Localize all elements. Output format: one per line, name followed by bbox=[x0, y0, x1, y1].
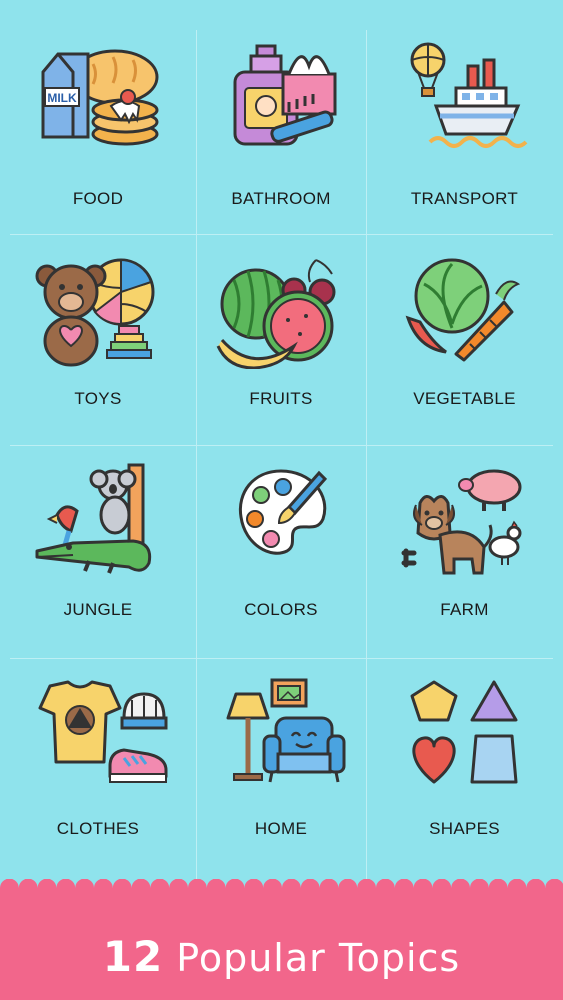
lamp-armchair-picture-icon bbox=[226, 678, 346, 783]
topic-label: VEGETABLE bbox=[413, 389, 516, 408]
grid-divider bbox=[10, 234, 553, 235]
ship-balloon-icon bbox=[410, 42, 527, 148]
grid-divider bbox=[366, 30, 367, 885]
topic-bathroom[interactable]: BATHROOM bbox=[196, 0, 366, 234]
topic-clothes[interactable]: CLOTHES bbox=[0, 658, 196, 890]
topic-toys[interactable]: TOYS bbox=[0, 234, 196, 445]
dog-pig-chicken-icon bbox=[401, 469, 521, 575]
topic-colors[interactable]: COLORS bbox=[196, 445, 366, 658]
topic-home[interactable]: HOME bbox=[196, 658, 366, 890]
topic-label: CLOTHES bbox=[56, 819, 140, 838]
topic-label: COLORS bbox=[244, 600, 318, 619]
topic-label: HOME bbox=[254, 819, 308, 838]
footer-title: 12 Popular Topics bbox=[0, 932, 563, 981]
grid-divider bbox=[10, 658, 553, 659]
svg-text:MILK: MILK bbox=[47, 91, 77, 105]
teddy-ball-stacker-icon bbox=[35, 258, 155, 367]
grid-divider bbox=[196, 30, 197, 885]
soap-tissue-brush-icon bbox=[233, 44, 337, 146]
topic-farm[interactable]: FARM bbox=[366, 445, 563, 658]
topic-label: TOYS bbox=[74, 389, 122, 408]
topic-label: FARM bbox=[440, 600, 489, 619]
scallop-edge bbox=[0, 879, 563, 897]
topic-transport[interactable]: TRANSPORT bbox=[366, 0, 563, 234]
tshirt-beanie-sneaker-icon bbox=[38, 680, 168, 783]
topic-vegetable[interactable]: VEGETABLE bbox=[366, 234, 563, 445]
watermelon-banana-berry-icon bbox=[216, 259, 336, 369]
grid-divider bbox=[10, 445, 553, 446]
topic-label: TRANSPORT bbox=[410, 189, 519, 208]
topic-food[interactable]: MILK FOOD bbox=[0, 0, 196, 234]
topic-label: JUNGLE bbox=[63, 600, 133, 619]
topic-label: BATHROOM bbox=[231, 189, 331, 208]
crocodile-koala-parrot-icon bbox=[35, 463, 152, 574]
milk-bread-pancake-icon: MILK bbox=[41, 49, 159, 146]
topic-label: SHAPES bbox=[429, 819, 500, 838]
footer-text: Popular Topics bbox=[176, 936, 461, 980]
pentagon-triangle-heart-trapezoid-icon bbox=[410, 680, 517, 784]
topic-label: FRUITS bbox=[249, 389, 313, 408]
topic-shapes[interactable]: SHAPES bbox=[366, 658, 563, 890]
topic-count: 12 bbox=[102, 932, 164, 981]
topic-jungle[interactable]: JUNGLE bbox=[0, 445, 196, 658]
topic-fruits[interactable]: FRUITS bbox=[196, 234, 366, 445]
paint-palette-icon bbox=[238, 469, 328, 555]
topic-label: FOOD bbox=[72, 189, 124, 208]
cabbage-carrot-pepper-icon bbox=[405, 258, 520, 362]
